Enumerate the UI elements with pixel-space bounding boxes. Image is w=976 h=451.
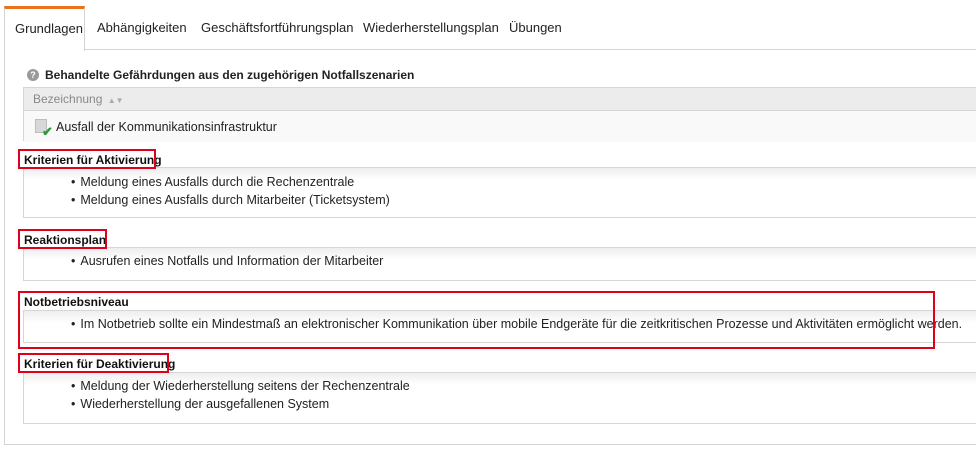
column-header-bezeichnung[interactable]: Bezeichnung ▲▼ [24, 88, 976, 111]
tab-uebungen[interactable]: Übungen [499, 6, 572, 50]
help-icon[interactable]: ? [27, 69, 39, 81]
document-check-icon: ✔ [34, 118, 53, 139]
sort-asc-icon[interactable]: ▲▼ [108, 96, 124, 105]
list-item: Meldung der Wiederherstellung seitens de… [71, 377, 409, 395]
list-item: Wiederherstellung der ausgefallenen Syst… [71, 395, 410, 413]
section-box-reaktionsplan: Ausrufen eines Notfalls und Information … [23, 247, 976, 281]
threats-title: Behandelte Gefährdungen aus den zugehöri… [45, 68, 415, 82]
list-item: Ausrufen eines Notfalls und Information … [71, 252, 383, 270]
highlight-frame [18, 149, 156, 169]
highlight-frame [18, 353, 169, 373]
section-box-aktivierung: Meldung eines Ausfalls durch die Rechenz… [23, 167, 976, 218]
highlight-frame [18, 291, 935, 349]
tab-grundlagen[interactable]: Grundlagen [4, 6, 85, 51]
row-label: Ausfall der Kommunikationsinfrastruktur [56, 119, 277, 134]
section-box-deaktivierung: Meldung der Wiederherstellung seitens de… [23, 372, 976, 424]
list-item: Meldung eines Ausfalls durch die Rechenz… [71, 173, 390, 191]
column-label: Bezeichnung [33, 92, 103, 106]
threats-header: ? Behandelte Gefährdungen aus den zugehö… [27, 68, 414, 82]
tab-bar: Grundlagen Abhängigkeiten Geschäftsfortf… [4, 6, 976, 51]
list-aktivierung: Meldung eines Ausfalls durch die Rechenz… [71, 173, 390, 209]
list-reaktionsplan: Ausrufen eines Notfalls und Information … [71, 252, 383, 270]
list-deaktivierung: Meldung der Wiederherstellung seitens de… [71, 377, 410, 413]
table-row[interactable]: ✔ Ausfall der Kommunikationsinfrastruktu… [24, 111, 976, 142]
tab-abhaengigkeiten[interactable]: Abhängigkeiten [87, 6, 197, 50]
tab-geschaeftsfortfuehrungsplan[interactable]: Geschäftsfortführungsplan [191, 6, 363, 50]
tab-wiederherstellungsplan[interactable]: Wiederherstellungsplan [353, 6, 509, 50]
threats-grid: Bezeichnung ▲▼ ✔ Ausfall der Kommunikati… [23, 87, 976, 142]
list-item: Meldung eines Ausfalls durch Mitarbeiter… [71, 191, 389, 209]
highlight-frame [18, 229, 107, 249]
